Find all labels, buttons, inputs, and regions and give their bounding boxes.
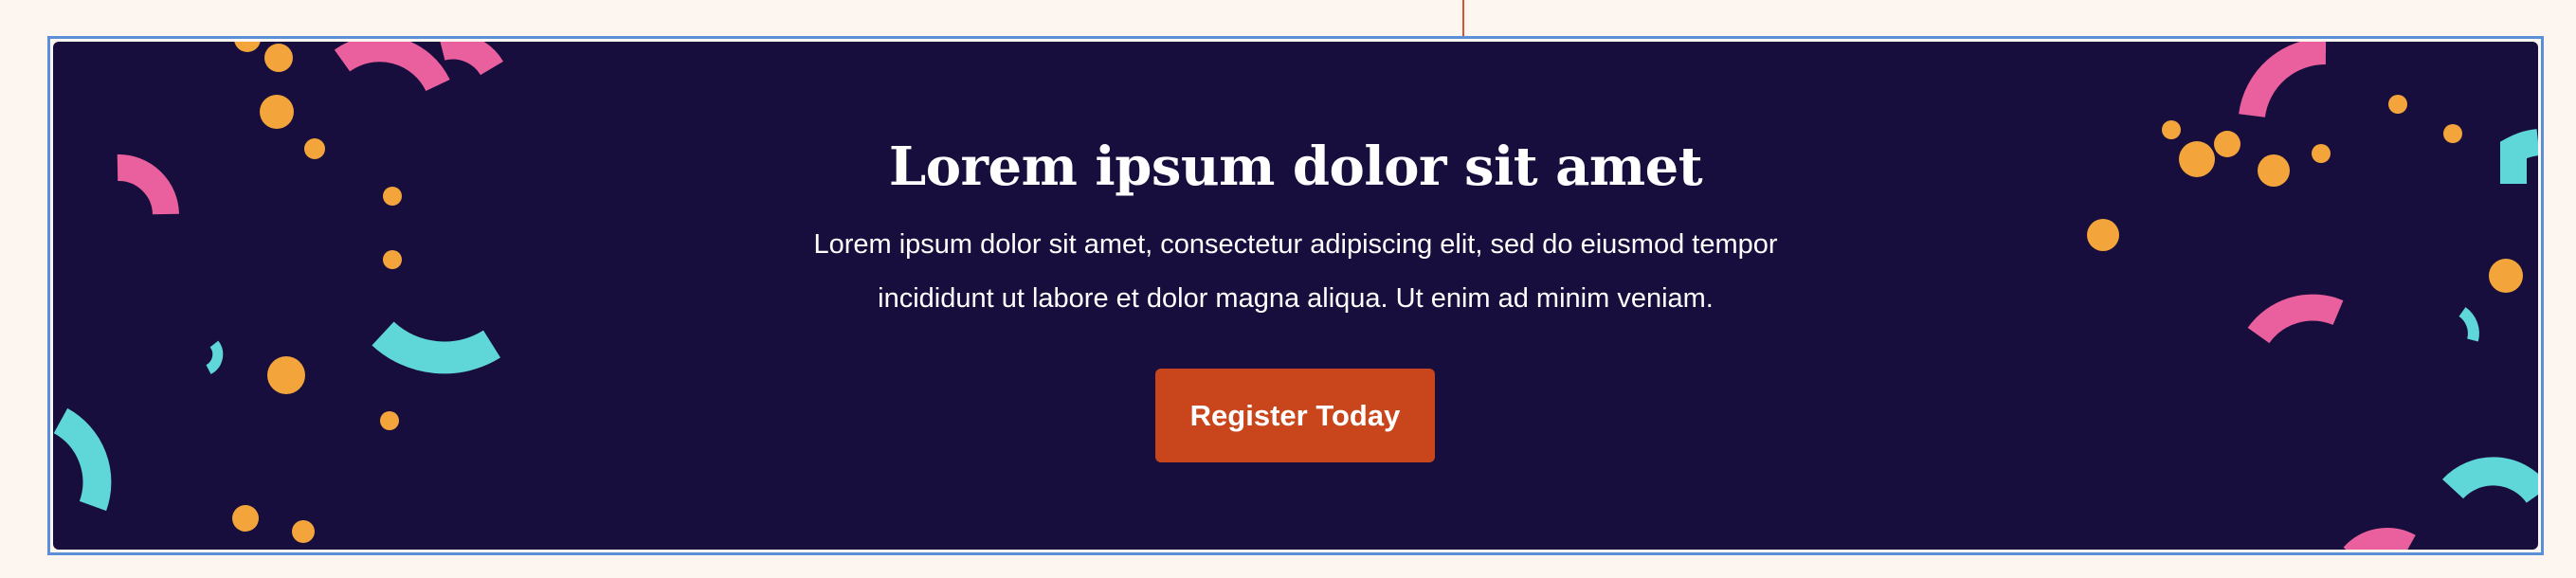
layout-guide-line bbox=[1462, 0, 1464, 36]
banner-description: Lorem ipsum dolor sit amet, consectetur … bbox=[813, 229, 1778, 314]
banner-title: Lorem ipsum dolor sit amet bbox=[888, 135, 1703, 198]
promo-banner: Lorem ipsum dolor sit amet Lorem ipsum d… bbox=[53, 42, 2538, 550]
register-today-button[interactable]: Register Today bbox=[1155, 369, 1435, 462]
banner-content: Lorem ipsum dolor sit amet Lorem ipsum d… bbox=[53, 42, 2538, 550]
